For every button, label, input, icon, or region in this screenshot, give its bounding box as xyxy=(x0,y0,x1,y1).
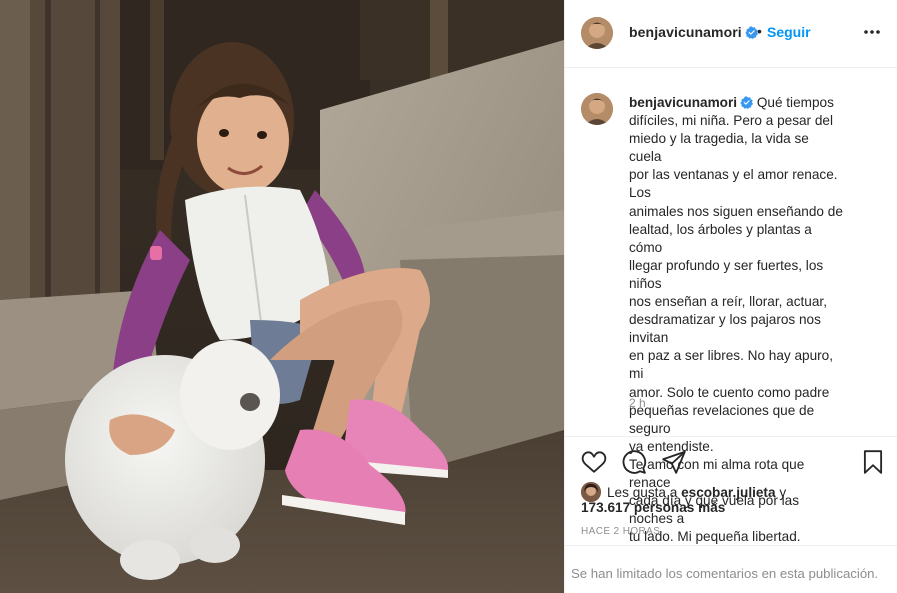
likes-summary: Les gusta a escobar.julieta y xyxy=(581,482,881,502)
likes-count-button[interactable]: 173.617 personas más xyxy=(581,500,725,515)
comments-limited-notice: Se han limitado los comentarios en esta … xyxy=(565,545,897,593)
action-bar xyxy=(565,436,897,486)
post-side-panel: benjavicunamori • Seguir benjavicunamori… xyxy=(564,0,897,593)
likes-joiner: y xyxy=(779,485,787,500)
photo-girl-with-puppy xyxy=(0,0,564,593)
caption-time[interactable]: 2 h xyxy=(629,396,646,410)
caption-username[interactable]: benjavicunamori xyxy=(629,95,737,110)
author-username[interactable]: benjavicunamori xyxy=(629,24,758,40)
post-header: benjavicunamori • Seguir xyxy=(565,0,897,68)
verified-badge-icon xyxy=(745,26,758,39)
follow-button[interactable]: Seguir xyxy=(767,24,811,40)
paper-plane-icon[interactable] xyxy=(661,449,687,475)
likes-prefix: Les gusta a xyxy=(607,485,678,500)
post-timestamp[interactable]: HACE 2 HORAS xyxy=(581,526,660,537)
comment-icon[interactable] xyxy=(621,449,647,475)
bookmark-icon[interactable] xyxy=(860,449,886,475)
caption-area: benjavicunamori Qué tiempos difíciles, m… xyxy=(565,69,897,544)
more-options-icon[interactable] xyxy=(862,22,882,42)
comments-limited-text: Se han limitado los comentarios en esta … xyxy=(571,566,879,581)
heart-icon[interactable] xyxy=(581,449,607,475)
author-username-text[interactable]: benjavicunamori xyxy=(629,24,742,40)
liker-avatar[interactable] xyxy=(581,482,601,502)
author-avatar[interactable] xyxy=(581,17,613,49)
post-photo[interactable] xyxy=(0,0,564,593)
liker-username[interactable]: escobar.julieta xyxy=(681,485,775,500)
caption-avatar[interactable] xyxy=(581,93,613,125)
verified-badge-icon xyxy=(740,96,754,109)
header-separator: • xyxy=(757,23,762,39)
